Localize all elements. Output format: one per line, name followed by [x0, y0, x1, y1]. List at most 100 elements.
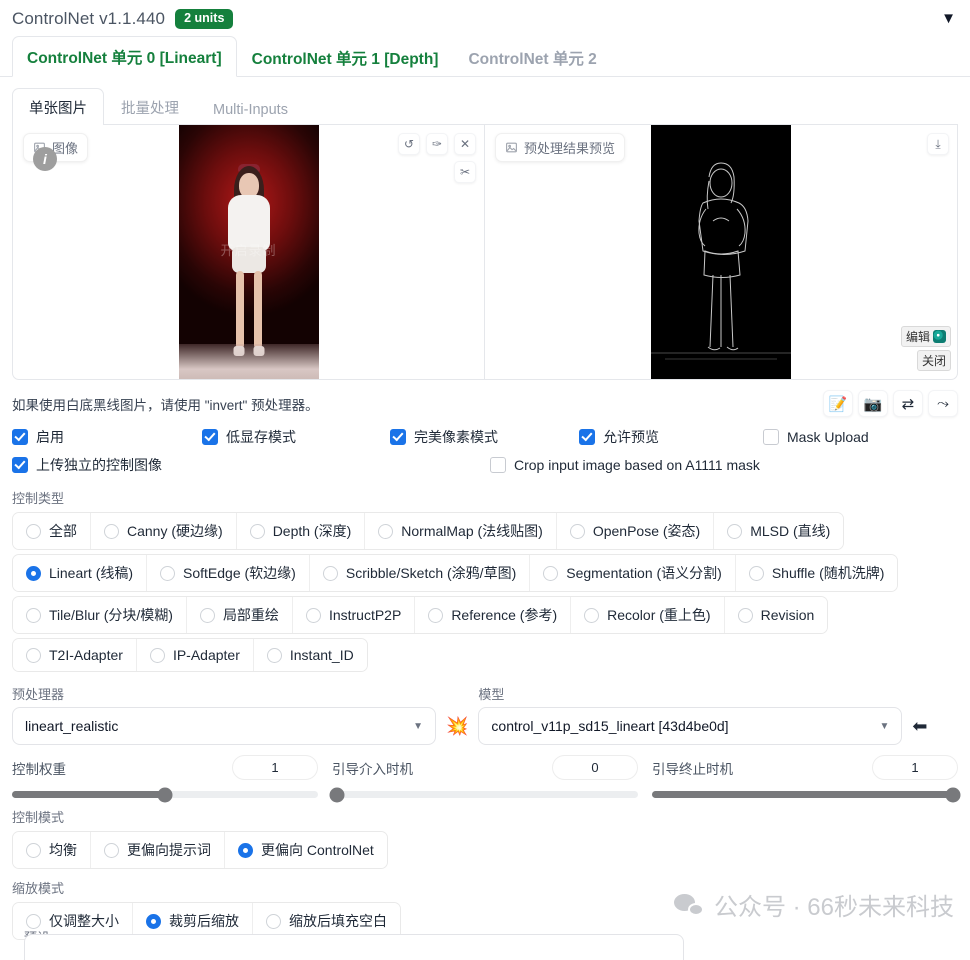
caret-down-icon[interactable]: ▼: [941, 10, 956, 27]
control-type-canny[interactable]: Canny (硬边缘): [91, 513, 237, 549]
checkbox-crop-a1111-mask[interactable]: Crop input image based on A1111 mask: [490, 457, 760, 473]
info-badge-icon[interactable]: i: [33, 147, 57, 171]
input-image-thumbnail[interactable]: 开启录制: [178, 125, 319, 379]
explosion-icon[interactable]: 💥: [446, 716, 468, 745]
control-weight-knob[interactable]: [157, 787, 173, 802]
radio-icon[interactable]: [543, 565, 559, 581]
checkbox-enable-box[interactable]: [12, 429, 28, 445]
input-image-pane[interactable]: 图像 i 开启录制 ↺ ✑ ✕ ✂: [13, 125, 485, 379]
radio-icon[interactable]: [266, 647, 282, 663]
radio-icon[interactable]: [727, 523, 743, 539]
checkbox-mask-upload[interactable]: Mask Upload: [763, 429, 869, 445]
preprocessor-dropdown[interactable]: lineart_realistic ▼: [12, 707, 436, 745]
checkbox-allow-preview-box[interactable]: [579, 429, 595, 445]
checkbox-pixel-perfect[interactable]: 完美像素模式: [390, 427, 579, 447]
send-dimensions-icon[interactable]: ⤳: [928, 390, 958, 417]
unit-tab-2[interactable]: ControlNet 单元 2: [453, 37, 611, 77]
control-type-reference[interactable]: Reference (参考): [415, 597, 572, 633]
radio-icon[interactable]: [249, 523, 265, 539]
radio-icon[interactable]: [584, 607, 600, 623]
checkbox-low-vram-box[interactable]: [202, 429, 218, 445]
preset-dropdown[interactable]: [24, 934, 684, 960]
brush-icon[interactable]: ✂: [454, 161, 476, 183]
checkbox-mask-upload-box[interactable]: [763, 429, 779, 445]
swap-icon[interactable]: ⇄: [893, 390, 923, 417]
radio-icon[interactable]: [26, 523, 41, 539]
control-weight-track[interactable]: [12, 787, 318, 802]
undo-icon[interactable]: ↺: [398, 133, 420, 155]
checkbox-pixel-perfect-box[interactable]: [390, 429, 406, 445]
close-preview-button[interactable]: 关闭: [916, 350, 951, 371]
radio-icon[interactable]: [266, 913, 281, 929]
end-step-knob[interactable]: [945, 787, 961, 802]
checkbox-allow-preview[interactable]: 允许预览: [579, 427, 763, 447]
tab-single-image[interactable]: 单张图片: [12, 88, 104, 125]
chevron-down-icon[interactable]: ▼: [880, 721, 890, 732]
control-type-inpaint[interactable]: 局部重绘: [186, 597, 293, 633]
start-step-track[interactable]: [329, 787, 638, 802]
checkbox-independent-control-image[interactable]: 上传独立的控制图像: [12, 455, 490, 475]
radio-icon[interactable]: [737, 607, 753, 623]
radio-icon[interactable]: [238, 842, 253, 858]
arrow-end-icon[interactable]: ⬅: [912, 716, 927, 745]
radio-icon[interactable]: [146, 913, 161, 929]
control-type-instant-id[interactable]: Instant_ID: [253, 639, 367, 671]
radio-icon[interactable]: [104, 523, 119, 539]
preprocess-preview-pane[interactable]: 预处理结果预览 ⤓ 编辑 关闭: [485, 125, 957, 379]
radio-icon[interactable]: [378, 523, 394, 539]
control-type-depth[interactable]: Depth (深度): [236, 513, 366, 549]
radio-icon[interactable]: [149, 647, 165, 663]
tab-batch[interactable]: 批量处理: [104, 88, 196, 125]
checkbox-enable[interactable]: 启用: [12, 427, 202, 447]
tab-multi-inputs[interactable]: Multi-Inputs: [196, 93, 305, 125]
control-type-mlsd[interactable]: MLSD (直线): [714, 513, 844, 549]
radio-icon[interactable]: [322, 565, 338, 581]
control-type-segmentation[interactable]: Segmentation (语义分割): [530, 555, 736, 591]
preprocess-result-thumbnail[interactable]: [651, 125, 791, 379]
control-mode-prompt[interactable]: 更偏向提示词: [91, 832, 225, 868]
chevron-down-icon[interactable]: ▼: [413, 721, 423, 732]
control-type-t2i-adapter[interactable]: T2I-Adapter: [13, 639, 137, 671]
download-icon[interactable]: ⤓: [927, 133, 949, 155]
control-type-instructp2p[interactable]: InstructP2P: [292, 597, 416, 633]
control-type-lineart[interactable]: Lineart (线稿): [13, 555, 148, 591]
eraser-icon[interactable]: ✑: [426, 133, 448, 155]
checkbox-crop-a1111-mask-box[interactable]: [490, 457, 506, 473]
control-type-recolor[interactable]: Recolor (重上色): [571, 597, 725, 633]
edit-button[interactable]: 编辑: [900, 326, 951, 347]
radio-icon[interactable]: [569, 523, 585, 539]
radio-icon[interactable]: [26, 565, 41, 581]
control-weight-value[interactable]: 1: [232, 755, 318, 780]
radio-icon[interactable]: [26, 842, 41, 858]
control-type-all[interactable]: 全部: [13, 513, 91, 549]
close-icon[interactable]: ✕: [454, 133, 476, 155]
radio-icon[interactable]: [305, 607, 321, 623]
model-dropdown[interactable]: control_v11p_sd15_lineart [43d4be0d] ▼: [478, 707, 903, 745]
control-type-softedge[interactable]: SoftEdge (软边缘): [147, 555, 310, 591]
end-step-track[interactable]: [652, 787, 961, 802]
control-type-normalmap[interactable]: NormalMap (法线贴图): [365, 513, 557, 549]
radio-icon[interactable]: [748, 565, 764, 581]
control-type-tileblur[interactable]: Tile/Blur (分块/模糊): [13, 597, 187, 633]
radio-icon[interactable]: [160, 565, 176, 581]
checkbox-independent-control-image-box[interactable]: [12, 457, 28, 473]
control-type-ip-adapter[interactable]: IP-Adapter: [136, 639, 254, 671]
control-type-scribble[interactable]: Scribble/Sketch (涂鸦/草图): [309, 555, 531, 591]
webcam-icon[interactable]: 📷: [858, 390, 888, 417]
radio-icon[interactable]: [428, 607, 444, 623]
control-mode-controlnet[interactable]: 更偏向 ControlNet: [225, 832, 387, 868]
control-type-openpose[interactable]: OpenPose (姿态): [556, 513, 715, 549]
control-type-shuffle[interactable]: Shuffle (随机洗牌): [735, 555, 898, 591]
start-step-value[interactable]: 0: [552, 755, 638, 780]
radio-icon[interactable]: [199, 607, 215, 623]
radio-icon[interactable]: [26, 607, 41, 623]
radio-icon[interactable]: [26, 647, 41, 663]
control-type-revision[interactable]: Revision: [724, 597, 828, 633]
checkbox-low-vram[interactable]: 低显存模式: [202, 427, 390, 447]
control-mode-balanced[interactable]: 均衡: [13, 832, 91, 868]
open-new-canvas-icon[interactable]: 📝: [823, 390, 853, 417]
radio-icon[interactable]: [104, 842, 119, 858]
unit-tab-1[interactable]: ControlNet 单元 1 [Depth]: [237, 37, 454, 77]
unit-tab-0[interactable]: ControlNet 单元 0 [Lineart]: [12, 36, 237, 77]
end-step-value[interactable]: 1: [872, 755, 958, 780]
